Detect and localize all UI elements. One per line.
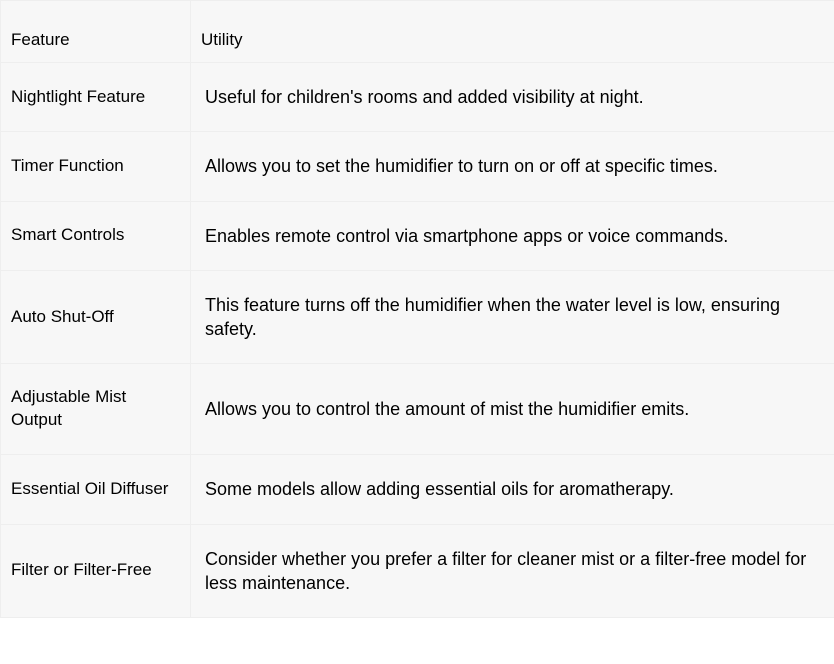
cell-feature: Smart Controls [1, 201, 191, 270]
table-row: Nightlight Feature Useful for children's… [1, 62, 834, 131]
table-row: Smart Controls Enables remote control vi… [1, 201, 834, 270]
cell-utility: Allows you to set the humidifier to turn… [191, 132, 834, 201]
col-header-feature: Feature [1, 1, 191, 63]
cell-feature: Filter or Filter-Free [1, 524, 191, 618]
cell-feature: Essential Oil Diffuser [1, 455, 191, 524]
cell-utility: Consider whether you prefer a filter for… [191, 524, 834, 618]
cell-utility: Allows you to control the amount of mist… [191, 364, 834, 455]
cell-utility: Useful for children's rooms and added vi… [191, 62, 834, 131]
cell-feature: Auto Shut-Off [1, 270, 191, 364]
col-header-utility: Utility [191, 1, 834, 63]
cell-feature: Timer Function [1, 132, 191, 201]
cell-utility: This feature turns off the humidifier wh… [191, 270, 834, 364]
cell-feature: Nightlight Feature [1, 62, 191, 131]
table-row: Auto Shut-Off This feature turns off the… [1, 270, 834, 364]
cell-utility: Enables remote control via smartphone ap… [191, 201, 834, 270]
table-row: Filter or Filter-Free Consider whether y… [1, 524, 834, 618]
table-row: Adjustable Mist Output Allows you to con… [1, 364, 834, 455]
table-row: Essential Oil Diffuser Some models allow… [1, 455, 834, 524]
table-header-row: Feature Utility [1, 1, 834, 63]
table-row: Timer Function Allows you to set the hum… [1, 132, 834, 201]
cell-utility: Some models allow adding essential oils … [191, 455, 834, 524]
cell-feature: Adjustable Mist Output [1, 364, 191, 455]
feature-table: Feature Utility Nightlight Feature Usefu… [0, 0, 834, 618]
